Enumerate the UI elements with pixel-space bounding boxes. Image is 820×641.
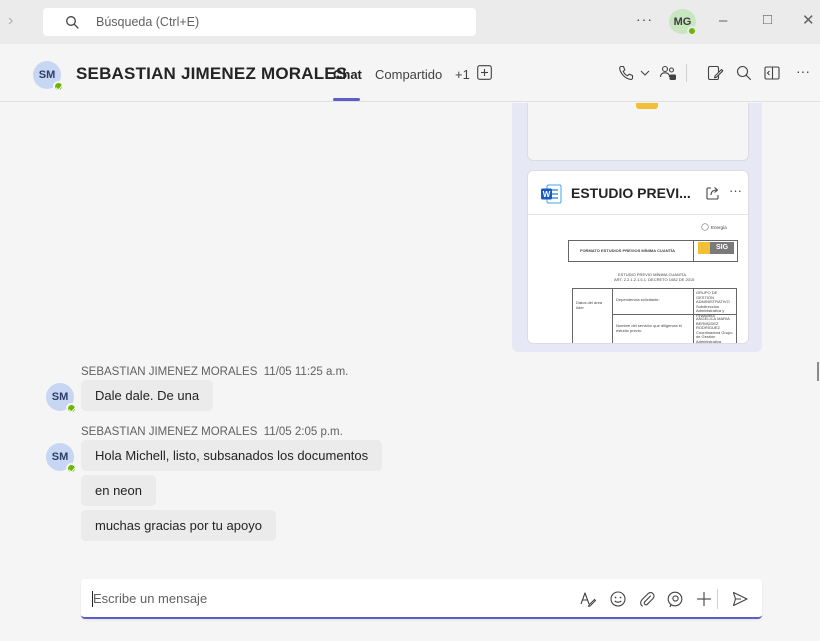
svg-text:W: W [543, 190, 551, 199]
maximize-icon[interactable]: □ [763, 11, 772, 28]
title-bar: › Búsqueda (Ctrl+E) ··· MG – □ ✕ [0, 0, 820, 44]
message-time: 11/05 2:05 p.m. [263, 426, 343, 438]
preview-official-value: ANGELICA MARIA BERMÚDEZ RODRÍGUEZ Coordi… [696, 316, 733, 344]
file-thumbnail-icon [636, 103, 658, 109]
chat-header: SM SEBASTIAN JIMENEZ MORALES Chat Compar… [0, 44, 820, 102]
preview-official-label: Nombre del servidor que diligencia el es… [616, 323, 682, 333]
scrollbar-thumb[interactable] [817, 362, 819, 381]
presence-available-icon [53, 81, 64, 92]
attachment-group: W ESTUDIO PREVI... ··· Energía FORMATO E… [512, 103, 762, 352]
compose-divider [717, 589, 718, 609]
attach-icon[interactable] [638, 590, 656, 608]
search-box[interactable]: Búsqueda (Ctrl+E) [43, 8, 476, 36]
active-tab-indicator [333, 98, 360, 101]
contact-name[interactable]: SEBASTIAN JIMENEZ MORALES [76, 64, 347, 84]
message-meta: SEBASTIAN JIMENEZ MORALES 11/05 2:05 p.m… [81, 426, 343, 438]
add-tab-icon[interactable] [477, 65, 492, 80]
search-in-chat-icon[interactable] [735, 64, 753, 82]
word-file-icon: W [541, 184, 562, 204]
sender-initials: SM [51, 391, 69, 403]
search-placeholder: Búsqueda (Ctrl+E) [96, 15, 200, 29]
preview-divider [693, 240, 694, 262]
message-sender: SEBASTIAN JIMENEZ MORALES [81, 426, 258, 438]
compose-box[interactable]: Escribe un mensaje [81, 579, 762, 619]
previous-attachment-card[interactable] [527, 103, 749, 161]
more-options-icon[interactable]: ··· [636, 11, 653, 27]
preview-col-divider [693, 288, 694, 343]
chevron-down-icon[interactable] [639, 64, 651, 82]
message-meta: SEBASTIAN JIMENEZ MORALES 11/05 11:25 a.… [81, 366, 348, 378]
attachment-more-icon[interactable]: ··· [729, 183, 742, 198]
send-icon[interactable] [731, 590, 749, 608]
compose-placeholder: Escribe un mensaje [93, 591, 208, 606]
tab-compartido[interactable]: Compartido [375, 67, 442, 82]
sender-initials: SM [51, 451, 69, 463]
brand-seal-icon [701, 223, 709, 231]
sig-badge: SIG [710, 242, 734, 254]
preview-col-divider [612, 288, 613, 343]
sig-logo-icon [698, 242, 710, 254]
preview-dependency-label: Dependencia solicitante: [616, 297, 660, 302]
add-icon[interactable] [695, 590, 713, 608]
message-time: 11/05 11:25 a.m. [263, 366, 349, 378]
emoji-icon[interactable] [609, 590, 627, 608]
people-icon[interactable] [659, 64, 677, 82]
presence-available-icon [66, 403, 77, 414]
message-sender: SEBASTIAN JIMENEZ MORALES [81, 366, 258, 378]
attachment-header: W ESTUDIO PREVI... ··· [528, 171, 748, 215]
message-bubble[interactable]: en neon [81, 475, 156, 506]
notes-edit-icon[interactable] [706, 64, 724, 82]
close-icon[interactable]: ✕ [802, 11, 815, 29]
message-bubble[interactable]: Hola Michell, listo, subsanados los docu… [81, 440, 383, 471]
more-options-icon[interactable]: ··· [796, 63, 810, 79]
share-icon[interactable] [705, 185, 721, 201]
format-text-icon[interactable] [579, 590, 597, 608]
tab-more[interactable]: +1 [455, 67, 470, 82]
sender-avatar[interactable]: SM [46, 443, 77, 474]
loop-component-icon[interactable] [666, 590, 684, 608]
attachment-card[interactable]: W ESTUDIO PREVI... ··· Energía FORMATO E… [527, 170, 749, 344]
preview-brand: Energía [711, 225, 727, 230]
search-icon [66, 16, 79, 29]
user-avatar[interactable]: MG [669, 9, 697, 36]
preview-row-label: Datos del área líder [576, 300, 603, 310]
presence-available-icon [687, 26, 697, 36]
preview-dependency-value: GRUPO DE GESTIÓN ADMINISTRATIVO Subdirec… [696, 290, 730, 318]
message-bubble[interactable]: Dale dale. De una [81, 380, 214, 411]
preview-format-title: FORMATO ESTUDIOS PREVIOS MÍNIMA CUANTÍA [580, 248, 676, 253]
contact-initials: SM [38, 69, 56, 81]
pop-out-chat-icon[interactable] [763, 64, 781, 82]
message-bubble[interactable]: muchas gracias por tu apoyo [81, 510, 276, 541]
sender-avatar[interactable]: SM [46, 383, 77, 414]
preview-article: ART. 2.2.1.2.1.5.1. DECRETO 1082 DE 2015 [614, 277, 695, 282]
nav-forward-icon[interactable]: › [8, 12, 13, 30]
minimize-icon[interactable]: – [719, 12, 727, 29]
contact-avatar[interactable]: SM [33, 61, 64, 92]
presence-available-icon [66, 463, 77, 474]
call-icon[interactable] [617, 64, 635, 82]
header-divider [686, 64, 687, 82]
document-preview[interactable]: Energía FORMATO ESTUDIOS PREVIOS MÍNIMA … [528, 216, 748, 344]
tab-chat[interactable]: Chat [333, 67, 362, 82]
attachment-file-name[interactable]: ESTUDIO PREVI... [571, 185, 691, 201]
